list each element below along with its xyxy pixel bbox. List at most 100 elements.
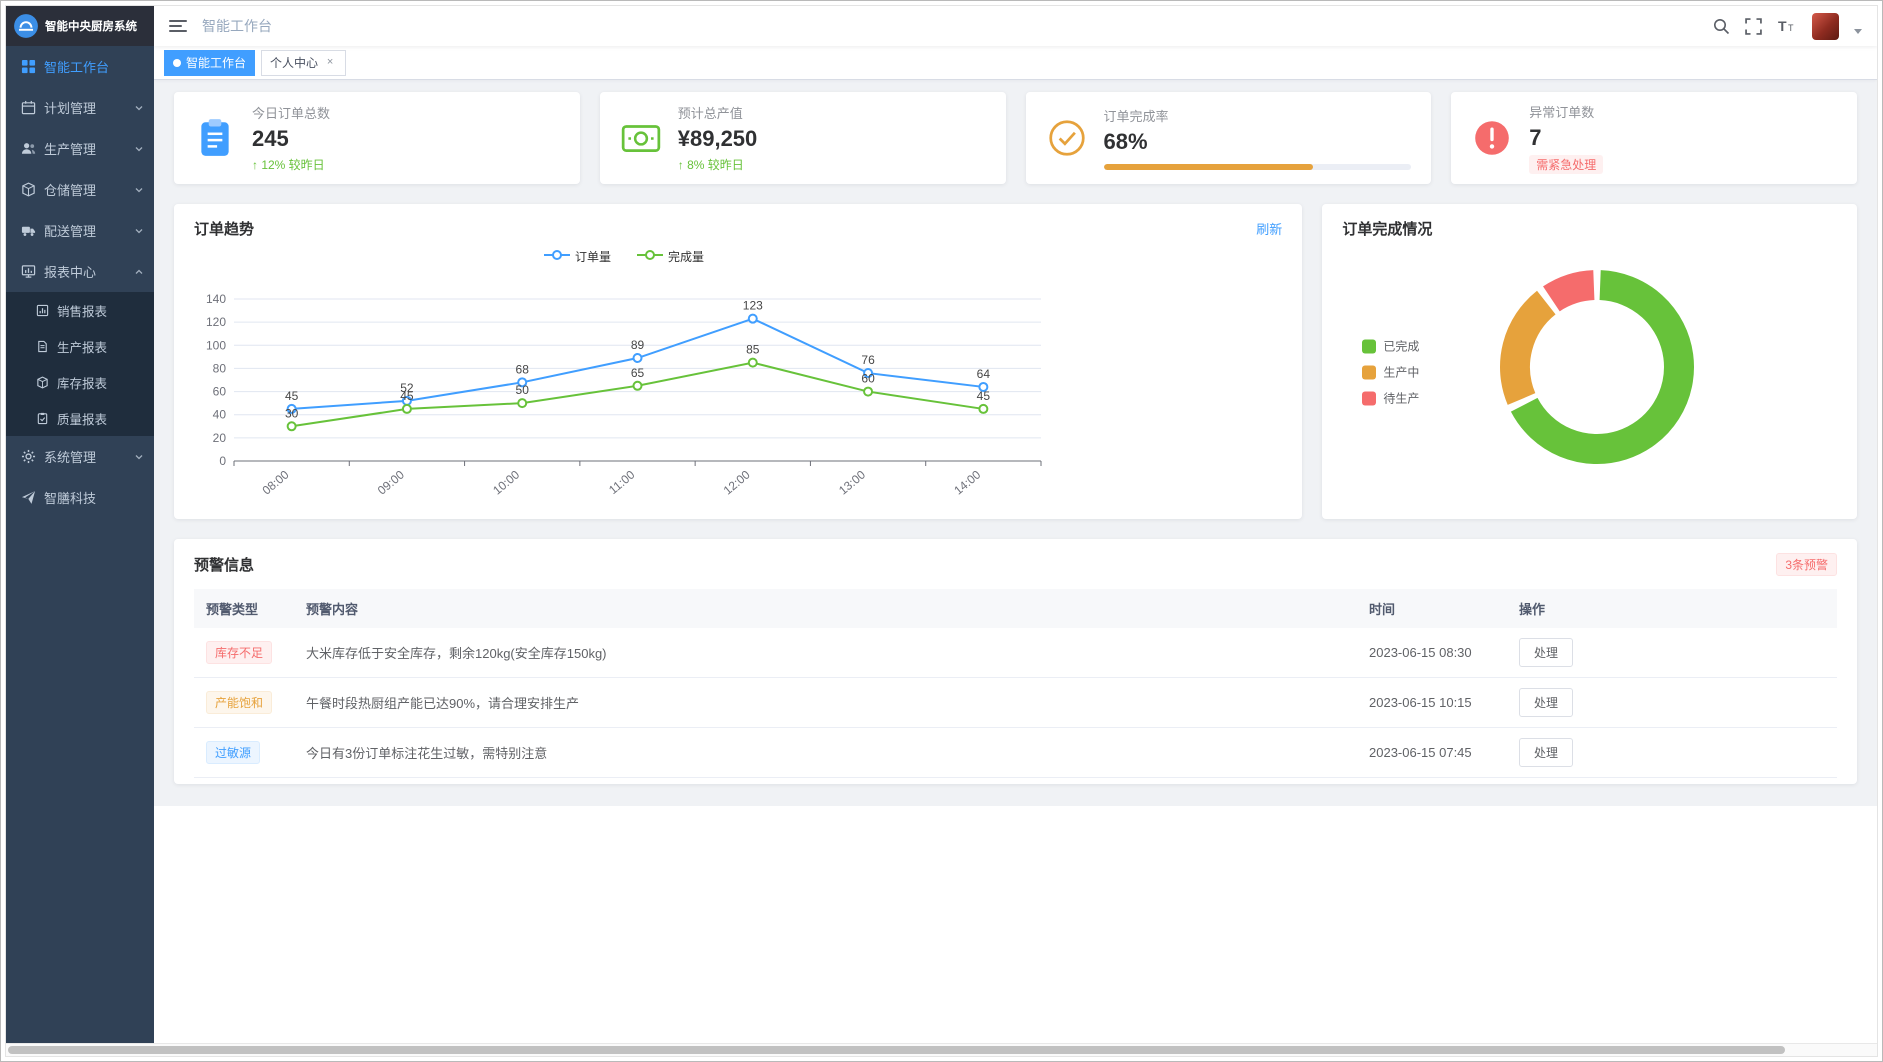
svg-text:140: 140 [206, 292, 226, 306]
tag-label: 智能工作台 [186, 54, 246, 71]
order-completion-panel: 订单完成情况 已完成 生产中 [1322, 204, 1857, 519]
table-row: 产能饱和 午餐时段热厨组产能已达90%，请合理安排生产 2023-06-15 1… [194, 678, 1837, 728]
svg-text:89: 89 [631, 338, 645, 352]
panel-title: 订单完成情况 [1342, 218, 1432, 239]
chevron-down-icon [134, 452, 144, 462]
sidebar-item-delivery[interactable]: 配送管理 [6, 210, 154, 251]
legend-label: 生产中 [1383, 364, 1419, 381]
stat-trend: ↑ 12% 较昨日 [252, 156, 560, 173]
legend-item-in-production[interactable]: 生产中 [1362, 364, 1419, 381]
legend-item-pending[interactable]: 待生产 [1362, 390, 1419, 407]
sidebar-item-system[interactable]: 系统管理 [6, 436, 154, 477]
warning-time-cell: 2023-06-15 08:30 [1357, 628, 1507, 678]
column-header-time: 时间 [1357, 589, 1507, 628]
stat-value: ¥89,250 [678, 127, 986, 151]
svg-text:11:00: 11:00 [606, 467, 638, 497]
sidebar-item-zhishan-tech[interactable]: 智膳科技 [6, 477, 154, 518]
legend-swatch [1362, 339, 1376, 353]
stat-title: 异常订单数 [1529, 102, 1837, 121]
svg-text:T: T [1788, 23, 1794, 33]
breadcrumb: 智能工作台 [202, 16, 272, 36]
legend-item-done[interactable]: 已完成 [1362, 338, 1419, 355]
search-icon[interactable] [1713, 18, 1730, 35]
sidebar-item-plan[interactable]: 计划管理 [6, 87, 154, 128]
sidebar-item-label: 生产报表 [57, 337, 107, 356]
sidebar-item-sales-report[interactable]: 销售报表 [6, 292, 154, 328]
svg-text:64: 64 [977, 367, 991, 381]
warning-type-cell: 过敏源 [194, 728, 294, 778]
main-content: 今日订单总数 245 ↑ 12% 较昨日 预计总产值 ¥89,2 [154, 80, 1877, 1043]
font-size-icon[interactable]: TT [1777, 18, 1797, 34]
money-icon [620, 117, 662, 159]
svg-text:45: 45 [977, 389, 991, 403]
stat-urgent-tag: 需紧急处理 [1529, 155, 1603, 174]
tag-workbench[interactable]: 智能工作台 [164, 50, 255, 76]
svg-text:12:00: 12:00 [721, 467, 753, 497]
user-avatar[interactable] [1812, 13, 1839, 40]
sidebar-item-inventory-report[interactable]: 库存报表 [6, 364, 154, 400]
svg-text:68: 68 [516, 362, 530, 376]
svg-text:T: T [1778, 18, 1787, 34]
order-trend-line-chart: 02040608010012014008:0009:0010:0011:0012… [194, 267, 1054, 512]
sidebar-item-label: 计划管理 [44, 98, 96, 117]
truck-icon [21, 223, 36, 238]
sidebar-toggle-icon[interactable] [169, 20, 187, 32]
logo-title: 智能中央厨房系统 [45, 18, 137, 34]
warning-action-cell: 处理 [1507, 628, 1837, 678]
app-frame: 智能中央厨房系统 智能工作台 计划管理 生产管理 [5, 5, 1878, 1057]
avatar-dropdown-caret-icon[interactable] [1854, 29, 1862, 34]
svg-text:0: 0 [219, 454, 226, 468]
sidebar-item-label: 库存报表 [57, 373, 107, 392]
legend-label: 完成量 [668, 248, 704, 265]
sidebar-item-production-report[interactable]: 生产报表 [6, 328, 154, 364]
legend-label: 订单量 [575, 248, 611, 265]
legend-label: 待生产 [1383, 390, 1419, 407]
warnings-panel: 预警信息 3条预警 预警类型 预警内容 时间 操作 [174, 539, 1857, 784]
svg-text:09:00: 09:00 [375, 467, 407, 497]
stat-card-orders-today: 今日订单总数 245 ↑ 12% 较昨日 [174, 92, 580, 184]
warning-action-cell: 处理 [1507, 728, 1837, 778]
panel-title: 预警信息 [194, 554, 254, 575]
completion-progress-fill [1104, 164, 1313, 170]
svg-text:40: 40 [213, 408, 227, 422]
svg-text:08:00: 08:00 [260, 467, 292, 497]
warnings-table: 预警类型 预警内容 时间 操作 库存不足 大米库存低于安全库存，剩余120kg(… [194, 589, 1837, 778]
box-icon [36, 376, 49, 389]
svg-text:120: 120 [206, 315, 226, 329]
box-icon [21, 182, 36, 197]
fullscreen-icon[interactable] [1745, 18, 1762, 35]
svg-text:10:00: 10:00 [490, 467, 522, 497]
calendar-icon [21, 100, 36, 115]
handle-button[interactable]: 处理 [1519, 638, 1573, 667]
sidebar-item-quality-report[interactable]: 质量报表 [6, 400, 154, 436]
legend-item-orders[interactable]: 订单量 [544, 248, 611, 265]
tag-profile[interactable]: 个人中心 × [261, 50, 346, 76]
svg-text:100: 100 [206, 338, 226, 352]
stat-value: 7 [1529, 126, 1837, 150]
scrollbar-thumb[interactable] [8, 1046, 1785, 1054]
warning-type-tag: 库存不足 [206, 641, 272, 664]
warning-content-cell: 午餐时段热厨组产能已达90%，请合理安排生产 [294, 678, 1357, 728]
refresh-button[interactable]: 刷新 [1256, 219, 1282, 238]
warning-time-cell: 2023-06-15 07:45 [1357, 728, 1507, 778]
sidebar-item-production[interactable]: 生产管理 [6, 128, 154, 169]
sidebar-item-label: 智膳科技 [44, 488, 96, 507]
sidebar-item-workbench[interactable]: 智能工作台 [6, 46, 154, 87]
handle-button[interactable]: 处理 [1519, 688, 1573, 717]
clipboard-check-icon [36, 412, 49, 425]
legend-item-completed[interactable]: 完成量 [637, 248, 704, 265]
sidebar-item-warehouse[interactable]: 仓储管理 [6, 169, 154, 210]
sidebar-item-reports[interactable]: 报表中心 [6, 251, 154, 292]
sidebar-item-label: 智能工作台 [44, 57, 109, 76]
handle-button[interactable]: 处理 [1519, 738, 1573, 767]
svg-text:80: 80 [213, 361, 227, 375]
warning-time-cell: 2023-06-15 10:15 [1357, 678, 1507, 728]
horizontal-scrollbar [6, 1043, 1877, 1056]
legend-marker [544, 249, 570, 264]
column-header-type: 预警类型 [194, 589, 294, 628]
tag-close-icon[interactable]: × [323, 56, 337, 70]
tags-view-bar: 智能工作台 个人中心 × [154, 46, 1877, 80]
clipboard-icon [194, 117, 236, 159]
bar-chart-icon [36, 304, 49, 317]
table-row: 库存不足 大米库存低于安全库存，剩余120kg(安全库存150kg) 2023-… [194, 628, 1837, 678]
